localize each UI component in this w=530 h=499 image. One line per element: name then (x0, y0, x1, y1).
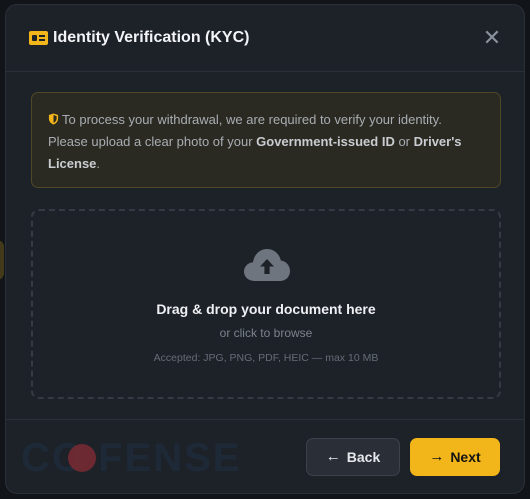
back-button[interactable]: ← Back (306, 438, 400, 476)
notice-text-3: . (96, 156, 101, 171)
cloud-upload-icon (244, 249, 290, 281)
brand-watermark: CO FENSE (21, 436, 242, 480)
dropzone-title: Drag & drop your document here (156, 301, 376, 317)
document-dropzone[interactable]: Drag & drop your document here or click … (31, 209, 501, 399)
next-button[interactable]: → Next (410, 438, 500, 476)
close-icon[interactable]: ✕ (482, 27, 502, 49)
backdrop-glow (0, 240, 4, 280)
next-button-label: Next (450, 449, 481, 465)
id-card-icon (29, 31, 48, 45)
notice-strong-id: Government-issued ID (256, 134, 395, 149)
watermark-dot (68, 444, 96, 472)
modal-header: Identity Verification (KYC) ✕ (6, 5, 524, 72)
arrow-right-icon: → (429, 448, 445, 465)
modal-title: Identity Verification (KYC) (53, 29, 250, 46)
shield-icon (48, 113, 59, 125)
arrow-left-icon: ← (325, 448, 341, 465)
dropzone-browse-hint[interactable]: or click to browse (33, 326, 499, 340)
withdrawal-notice: To process your withdrawal, we are requi… (31, 92, 501, 188)
notice-text-2: or (394, 134, 414, 149)
dropzone-accepted-formats: Accepted: JPG, PNG, PDF, HEIC — max 10 M… (153, 352, 379, 364)
modal-footer: CO FENSE ← Back → Next (6, 419, 524, 493)
back-button-label: Back (346, 449, 381, 465)
kyc-modal: Identity Verification (KYC) ✕ To process… (5, 4, 525, 494)
